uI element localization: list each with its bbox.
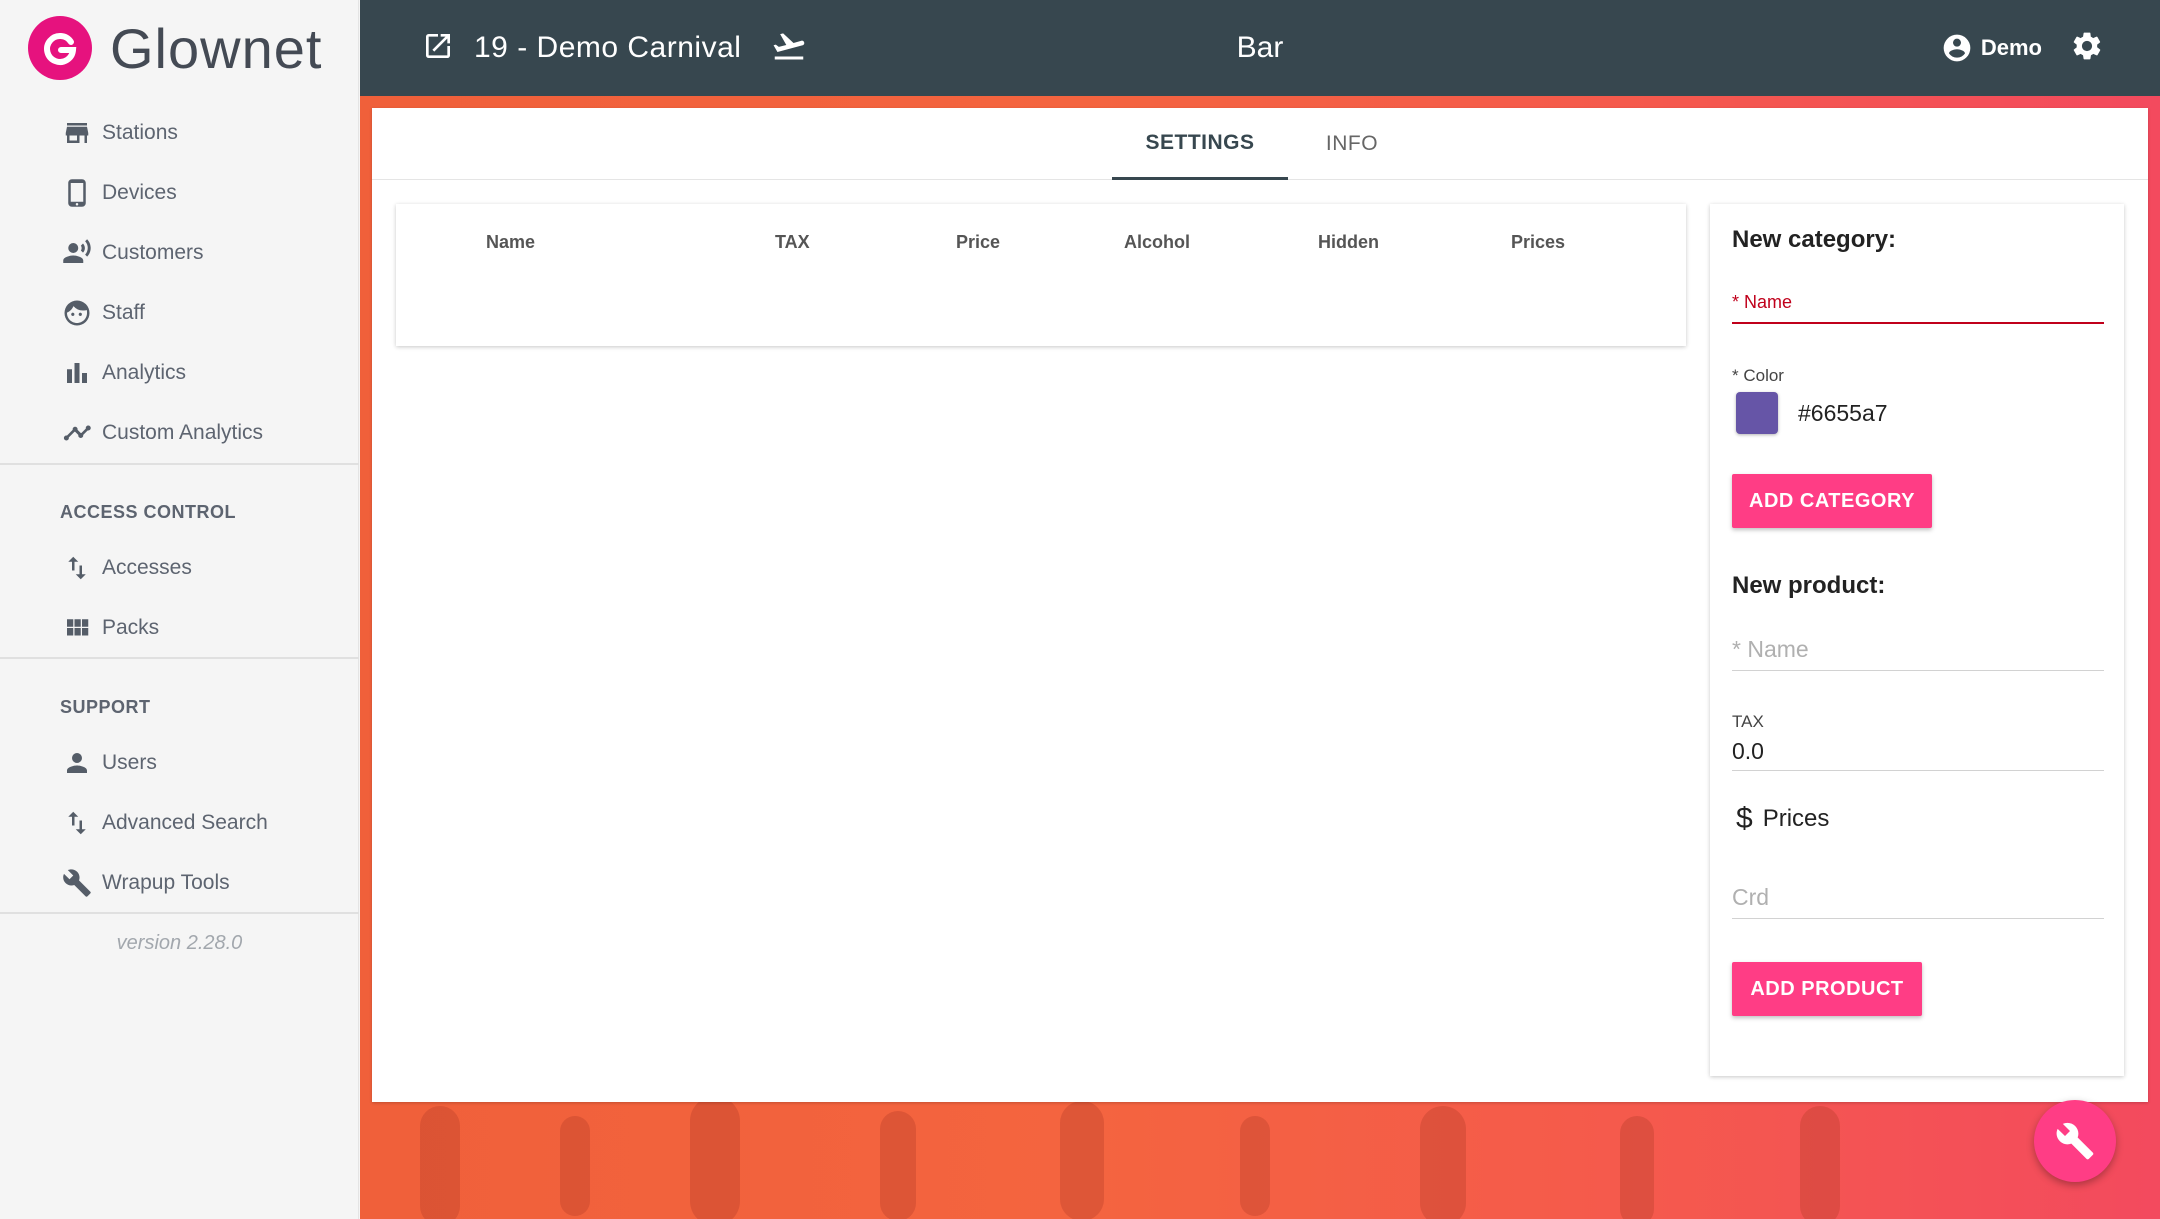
swap-vert-icon xyxy=(60,551,94,585)
new-product-title: New product: xyxy=(1732,572,1886,599)
sidebar-item-label: Accesses xyxy=(102,556,192,579)
swap-vert-icon xyxy=(60,806,94,840)
tab-info[interactable]: INFO xyxy=(1288,108,1416,180)
add-category-button[interactable]: ADD CATEGORY xyxy=(1732,474,1932,528)
flight-takeoff-icon[interactable] xyxy=(771,28,807,69)
sidebar-item-label: Advanced Search xyxy=(102,811,268,834)
section-title-access-control: ACCESS CONTROL xyxy=(60,502,237,522)
sidebar-divider xyxy=(0,463,359,465)
sidebar-item-devices[interactable]: Devices xyxy=(60,171,177,215)
user-menu[interactable]: Demo xyxy=(1941,32,2042,64)
store-icon xyxy=(60,116,94,150)
sidebar-item-label: Custom Analytics xyxy=(102,421,264,444)
grid-icon xyxy=(60,611,94,645)
gear-icon[interactable] xyxy=(2070,29,2104,68)
sidebar-item-stations[interactable]: Stations xyxy=(60,111,178,155)
sidebar: Glownet Stations Devices Customers Staff… xyxy=(0,0,359,1219)
column-header-name[interactable]: Name xyxy=(486,232,535,253)
tools-fab[interactable] xyxy=(2034,1100,2116,1182)
prices-label: Prices xyxy=(1762,805,1830,832)
wrench-icon xyxy=(60,866,94,900)
products-table: Name TAX Price Alcohol Hidden Prices xyxy=(396,204,1686,346)
color-value[interactable]: #6655a7 xyxy=(1798,400,1888,427)
column-header-price[interactable]: Price xyxy=(956,232,1000,253)
event-title[interactable]: 19 - Demo Carnival xyxy=(474,31,741,65)
add-product-button[interactable]: ADD PRODUCT xyxy=(1732,962,1922,1016)
tax-label: TAX xyxy=(1732,712,1764,731)
account-circle-icon xyxy=(1943,34,1971,62)
open-in-new-icon[interactable] xyxy=(422,30,454,67)
sidebar-item-label: Wrapup Tools xyxy=(102,871,230,894)
sidebar-item-label: Devices xyxy=(102,181,177,204)
bar-chart-icon xyxy=(60,356,94,390)
dollar-icon: $ xyxy=(1736,802,1753,835)
wrench-icon xyxy=(2056,1122,2094,1160)
line-chart-icon xyxy=(60,416,94,450)
sidebar-item-accesses[interactable]: Accesses xyxy=(60,546,192,590)
tabs-bar: SETTINGS INFO xyxy=(372,108,2148,180)
column-header-tax[interactable]: TAX xyxy=(775,232,810,253)
brand-name: Glownet xyxy=(110,16,323,80)
new-item-form: New category: * Name * Color #6655a7 ADD… xyxy=(1710,204,2124,1076)
sidebar-item-custom-analytics[interactable]: Custom Analytics xyxy=(60,411,263,455)
sidebar-item-analytics[interactable]: Analytics xyxy=(60,351,186,395)
header-left: 19 - Demo Carnival xyxy=(422,0,807,96)
sidebar-divider xyxy=(0,657,359,659)
station-card: SETTINGS INFO Name TAX Price Alcohol Hid… xyxy=(372,108,2148,1102)
sidebar-item-label: Staff xyxy=(102,301,145,324)
crd-underline xyxy=(1732,918,2104,919)
sidebar-item-label: Analytics xyxy=(102,361,187,384)
sidebar-item-label: Stations xyxy=(102,121,178,144)
column-header-hidden[interactable]: Hidden xyxy=(1318,232,1379,253)
sidebar-item-label: Users xyxy=(102,751,157,774)
column-header-prices[interactable]: Prices xyxy=(1511,232,1565,253)
brand-logo[interactable]: Glownet xyxy=(28,14,322,82)
sidebar-item-advanced-search[interactable]: Advanced Search xyxy=(60,801,268,845)
sidebar-item-packs[interactable]: Packs xyxy=(60,606,159,650)
station-title: Bar xyxy=(1236,31,1284,64)
sidebar-item-users[interactable]: Users xyxy=(60,741,157,785)
top-header: Bar 19 - Demo Carnival Demo xyxy=(360,0,2160,96)
prices-section: $ Prices xyxy=(1732,802,1829,836)
new-category-title: New category: xyxy=(1732,226,1897,253)
product-name-input[interactable]: * Name xyxy=(1732,636,1809,663)
sidebar-item-customers[interactable]: Customers xyxy=(60,231,204,275)
section-title-support: SUPPORT xyxy=(60,697,151,717)
tab-settings[interactable]: SETTINGS xyxy=(1112,108,1288,180)
phone-icon xyxy=(60,176,94,210)
tax-input[interactable]: 0.0 xyxy=(1732,738,1764,765)
sidebar-item-label: Customers xyxy=(102,241,204,264)
version-label: version 2.28.0 xyxy=(116,932,243,954)
crd-price-input[interactable]: Crd xyxy=(1732,884,1769,911)
sidebar-item-label: Packs xyxy=(102,616,160,639)
category-color-label: * Color xyxy=(1732,366,1784,385)
sidebar-item-wrapup-tools[interactable]: Wrapup Tools xyxy=(60,861,230,905)
face-icon xyxy=(60,296,94,330)
color-swatch[interactable] xyxy=(1736,392,1778,434)
category-name-underline xyxy=(1732,322,2104,324)
sidebar-divider xyxy=(0,912,359,914)
user-name: Demo xyxy=(1980,35,2042,60)
tax-underline xyxy=(1732,770,2104,771)
product-name-underline xyxy=(1732,670,2104,671)
person-icon xyxy=(60,746,94,780)
column-header-alcohol[interactable]: Alcohol xyxy=(1124,232,1190,253)
header-right: Demo xyxy=(1941,0,2104,96)
customers-icon xyxy=(60,236,94,270)
glownet-logo-icon xyxy=(28,16,92,80)
sidebar-item-staff[interactable]: Staff xyxy=(60,291,145,335)
